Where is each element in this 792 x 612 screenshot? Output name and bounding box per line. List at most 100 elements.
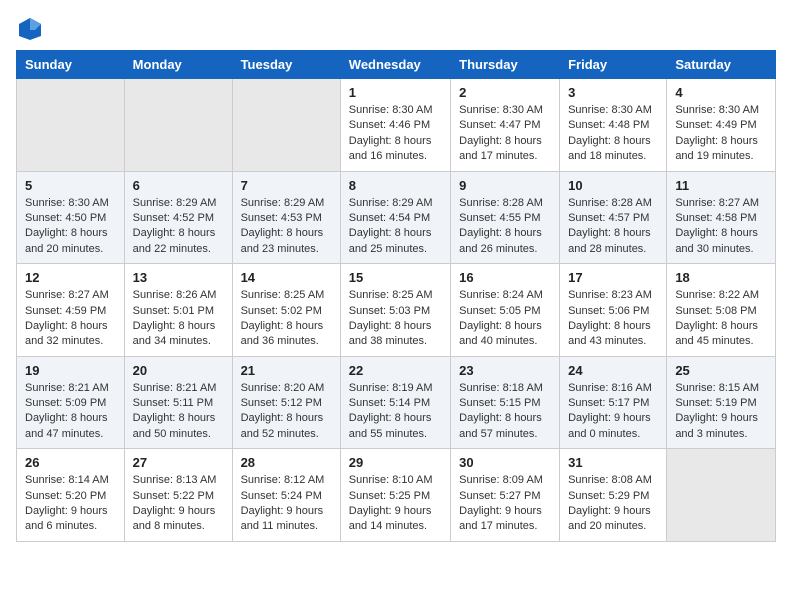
day-info: Sunrise: 8:12 AM Sunset: 5:24 PM Dayligh… xyxy=(241,473,332,535)
day-number: 29 xyxy=(349,455,442,470)
day-info: Sunrise: 8:29 AM Sunset: 4:53 PM Dayligh… xyxy=(241,196,332,258)
day-info: Sunrise: 8:10 AM Sunset: 5:25 PM Dayligh… xyxy=(349,473,442,535)
day-number: 12 xyxy=(25,270,116,285)
calendar-week-row: 19 Sunrise: 8:21 AM Sunset: 5:09 PM Dayli… xyxy=(17,356,776,449)
day-number: 25 xyxy=(675,363,767,378)
calendar-cell: 10Sunrise: 8:28 AM Sunset: 4:57 PM Dayli… xyxy=(560,171,667,264)
day-info: Sunrise: 8:27 AM Sunset: 4:58 PM Dayligh… xyxy=(675,196,767,258)
day-number: 11 xyxy=(675,178,767,193)
day-number: 8 xyxy=(349,178,442,193)
calendar-cell: 12Sunrise: 8:27 AM Sunset: 4:59 PM Dayli… xyxy=(17,264,125,357)
day-info: Sunrise: 8:25 AM Sunset: 5:03 PM Dayligh… xyxy=(349,288,442,350)
day-info: Sunrise: 8:13 AM Sunset: 5:22 PM Dayligh… xyxy=(133,473,224,535)
calendar-cell: 8 Sunrise: 8:29 AM Sunset: 4:54 PM Daylig… xyxy=(340,171,450,264)
day-number: 1 xyxy=(349,85,442,100)
calendar-week-row: 1 Sunrise: 8:30 AM Sunset: 4:46 PM Daylig… xyxy=(17,79,776,172)
weekday-header-monday: Monday xyxy=(124,51,232,79)
day-info: Sunrise: 8:09 AM Sunset: 5:27 PM Dayligh… xyxy=(459,473,551,535)
day-number: 13 xyxy=(133,270,224,285)
day-number: 9 xyxy=(459,178,551,193)
calendar-cell: 7Sunrise: 8:29 AM Sunset: 4:53 PM Daylig… xyxy=(232,171,340,264)
day-number: 4 xyxy=(675,85,767,100)
calendar-cell: 11 Sunrise: 8:27 AM Sunset: 4:58 PM Dayli… xyxy=(667,171,776,264)
day-info: Sunrise: 8:21 AM Sunset: 5:09 PM Dayligh… xyxy=(25,381,116,443)
day-info: Sunrise: 8:30 AM Sunset: 4:48 PM Dayligh… xyxy=(568,103,658,165)
day-number: 3 xyxy=(568,85,658,100)
calendar-cell: 6Sunrise: 8:29 AM Sunset: 4:52 PM Daylig… xyxy=(124,171,232,264)
day-number: 21 xyxy=(241,363,332,378)
calendar-cell: 19 Sunrise: 8:21 AM Sunset: 5:09 PM Dayli… xyxy=(17,356,125,449)
calendar-cell: 1 Sunrise: 8:30 AM Sunset: 4:46 PM Daylig… xyxy=(340,79,450,172)
logo xyxy=(16,16,43,40)
day-info: Sunrise: 8:22 AM Sunset: 5:08 PM Dayligh… xyxy=(675,288,767,350)
calendar-cell: 14 Sunrise: 8:25 AM Sunset: 5:02 PM Dayli… xyxy=(232,264,340,357)
day-number: 31 xyxy=(568,455,658,470)
day-number: 10 xyxy=(568,178,658,193)
calendar-cell: 30 Sunrise: 8:09 AM Sunset: 5:27 PM Dayli… xyxy=(451,449,560,542)
day-info: Sunrise: 8:21 AM Sunset: 5:11 PM Dayligh… xyxy=(133,381,224,443)
calendar-cell: 15Sunrise: 8:25 AM Sunset: 5:03 PM Dayli… xyxy=(340,264,450,357)
page-header xyxy=(16,16,776,40)
day-number: 23 xyxy=(459,363,551,378)
day-info: Sunrise: 8:16 AM Sunset: 5:17 PM Dayligh… xyxy=(568,381,658,443)
day-info: Sunrise: 8:19 AM Sunset: 5:14 PM Dayligh… xyxy=(349,381,442,443)
calendar-cell: 20 Sunrise: 8:21 AM Sunset: 5:11 PM Dayli… xyxy=(124,356,232,449)
calendar-cell: 29 Sunrise: 8:10 AM Sunset: 5:25 PM Dayli… xyxy=(340,449,450,542)
calendar-week-row: 5 Sunrise: 8:30 AM Sunset: 4:50 PM Daylig… xyxy=(17,171,776,264)
day-info: Sunrise: 8:30 AM Sunset: 4:46 PM Dayligh… xyxy=(349,103,442,165)
calendar-cell: 26 Sunrise: 8:14 AM Sunset: 5:20 PM Dayli… xyxy=(17,449,125,542)
day-number: 27 xyxy=(133,455,224,470)
calendar-cell: 25 Sunrise: 8:15 AM Sunset: 5:19 PM Dayli… xyxy=(667,356,776,449)
day-number: 17 xyxy=(568,270,658,285)
day-number: 5 xyxy=(25,178,116,193)
day-info: Sunrise: 8:30 AM Sunset: 4:47 PM Dayligh… xyxy=(459,103,551,165)
calendar-cell: 13 Sunrise: 8:26 AM Sunset: 5:01 PM Dayli… xyxy=(124,264,232,357)
day-info: Sunrise: 8:30 AM Sunset: 4:50 PM Dayligh… xyxy=(25,196,116,258)
weekday-header-thursday: Thursday xyxy=(451,51,560,79)
calendar-cell: 22 Sunrise: 8:19 AM Sunset: 5:14 PM Dayli… xyxy=(340,356,450,449)
day-info: Sunrise: 8:18 AM Sunset: 5:15 PM Dayligh… xyxy=(459,381,551,443)
calendar-cell xyxy=(667,449,776,542)
calendar-cell: 2 Sunrise: 8:30 AM Sunset: 4:47 PM Daylig… xyxy=(451,79,560,172)
day-info: Sunrise: 8:08 AM Sunset: 5:29 PM Dayligh… xyxy=(568,473,658,535)
calendar-header-row: SundayMondayTuesdayWednesdayThursdayFrid… xyxy=(17,51,776,79)
day-number: 6 xyxy=(133,178,224,193)
day-number: 28 xyxy=(241,455,332,470)
day-number: 30 xyxy=(459,455,551,470)
weekday-header-tuesday: Tuesday xyxy=(232,51,340,79)
day-number: 20 xyxy=(133,363,224,378)
calendar-cell xyxy=(124,79,232,172)
day-info: Sunrise: 8:14 AM Sunset: 5:20 PM Dayligh… xyxy=(25,473,116,535)
calendar-cell: 23 Sunrise: 8:18 AM Sunset: 5:15 PM Dayli… xyxy=(451,356,560,449)
calendar-week-row: 12Sunrise: 8:27 AM Sunset: 4:59 PM Dayli… xyxy=(17,264,776,357)
logo-flag-icon xyxy=(17,16,43,42)
calendar-cell: 3 Sunrise: 8:30 AM Sunset: 4:48 PM Daylig… xyxy=(560,79,667,172)
calendar-cell: 9 Sunrise: 8:28 AM Sunset: 4:55 PM Daylig… xyxy=(451,171,560,264)
day-info: Sunrise: 8:23 AM Sunset: 5:06 PM Dayligh… xyxy=(568,288,658,350)
calendar-cell: 31 Sunrise: 8:08 AM Sunset: 5:29 PM Dayli… xyxy=(560,449,667,542)
day-number: 22 xyxy=(349,363,442,378)
day-number: 19 xyxy=(25,363,116,378)
calendar-table: SundayMondayTuesdayWednesdayThursdayFrid… xyxy=(16,50,776,542)
calendar-cell xyxy=(17,79,125,172)
calendar-cell: 16Sunrise: 8:24 AM Sunset: 5:05 PM Dayli… xyxy=(451,264,560,357)
calendar-cell: 18 Sunrise: 8:22 AM Sunset: 5:08 PM Dayli… xyxy=(667,264,776,357)
calendar-cell: 24 Sunrise: 8:16 AM Sunset: 5:17 PM Dayli… xyxy=(560,356,667,449)
day-number: 26 xyxy=(25,455,116,470)
day-number: 24 xyxy=(568,363,658,378)
day-number: 18 xyxy=(675,270,767,285)
day-number: 16 xyxy=(459,270,551,285)
calendar-cell: 5 Sunrise: 8:30 AM Sunset: 4:50 PM Daylig… xyxy=(17,171,125,264)
weekday-header-friday: Friday xyxy=(560,51,667,79)
calendar-cell xyxy=(232,79,340,172)
day-info: Sunrise: 8:29 AM Sunset: 4:54 PM Dayligh… xyxy=(349,196,442,258)
calendar-cell: 28 Sunrise: 8:12 AM Sunset: 5:24 PM Dayli… xyxy=(232,449,340,542)
day-info: Sunrise: 8:26 AM Sunset: 5:01 PM Dayligh… xyxy=(133,288,224,350)
day-info: Sunrise: 8:28 AM Sunset: 4:55 PM Dayligh… xyxy=(459,196,551,258)
calendar-week-row: 26 Sunrise: 8:14 AM Sunset: 5:20 PM Dayli… xyxy=(17,449,776,542)
day-number: 2 xyxy=(459,85,551,100)
day-number: 14 xyxy=(241,270,332,285)
weekday-header-sunday: Sunday xyxy=(17,51,125,79)
day-info: Sunrise: 8:25 AM Sunset: 5:02 PM Dayligh… xyxy=(241,288,332,350)
day-info: Sunrise: 8:15 AM Sunset: 5:19 PM Dayligh… xyxy=(675,381,767,443)
